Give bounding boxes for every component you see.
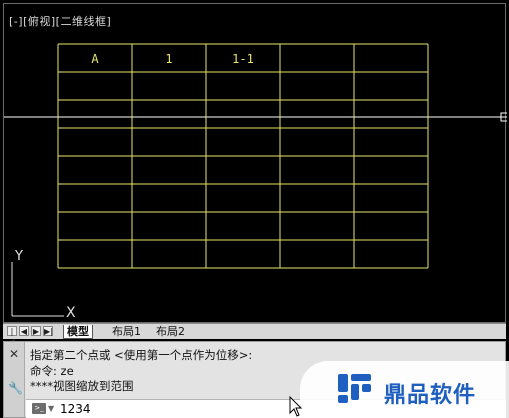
command-line-handle[interactable]: ✕ 🔧 [4,342,25,417]
cad-window: [-][俯视][二维线框] A11-1 Y X |◀ ◀ ▶ ▶| 模型 布局1… [0,0,509,418]
command-prompt-icon[interactable]: >_ [32,403,46,414]
ucs-x-label: X [66,305,76,321]
watermark: 鼎品软件 [300,361,509,418]
last-tab-button[interactable]: ▶| [43,326,53,336]
first-tab-button[interactable]: |◀ [7,326,17,346]
ucs-y-label: Y [14,249,23,264]
tab-layout2[interactable]: 布局2 [153,325,188,339]
tab-layout1[interactable]: 布局1 [109,325,144,339]
drawing-canvas[interactable]: A 1 1-1 Y X [4,4,507,324]
layout-tab-bar: |◀ ◀ ▶ ▶| 模型 布局1 布局2 [3,323,506,346]
prev-tab-button[interactable]: ◀ [19,326,29,336]
command-history-line: ****视图缩放到范围 [30,379,134,393]
command-input[interactable] [60,401,260,416]
table-cells: A 1 1-1 [91,52,253,66]
close-icon[interactable]: ✕ [8,348,20,360]
table-header-cell[interactable]: 1-1 [232,52,254,66]
chevron-down-icon[interactable]: ▼ [48,404,54,413]
tab-model[interactable]: 模型 [63,325,93,339]
table-grid[interactable] [57,43,429,269]
table-header-cell[interactable]: 1 [165,52,172,66]
command-history-line: 指定第二个点或 <使用第一个点作为位移>: [30,348,253,362]
next-tab-button[interactable]: ▶ [31,326,41,336]
watermark-text: 鼎品软件 [384,383,477,408]
mouse-cursor-icon [289,396,303,417]
table-header-cell[interactable]: A [91,52,99,66]
wrench-icon[interactable]: 🔧 [8,382,23,394]
watermark-logo-icon [338,374,371,403]
command-history-line: 命令: ze [30,364,74,378]
ucs-icon: Y X [11,249,76,321]
drawing-viewport[interactable]: [-][俯视][二维线框] A 1 1-1 Y X [3,3,507,324]
